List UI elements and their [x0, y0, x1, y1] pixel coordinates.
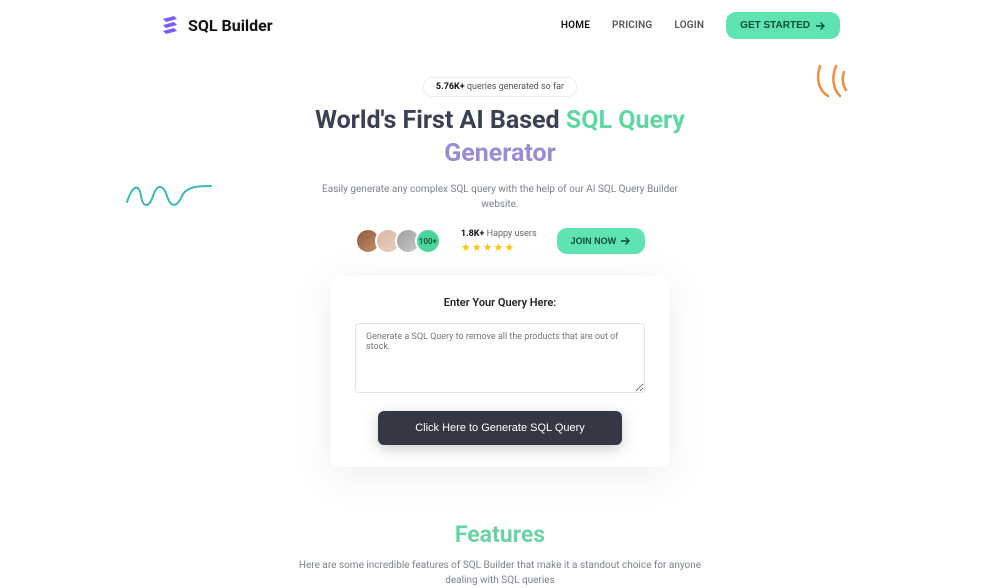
brand-name: SQL Builder — [188, 16, 273, 35]
nav-home[interactable]: HOME — [561, 20, 590, 31]
badge-suffix: queries generated so far — [465, 82, 564, 92]
join-now-button[interactable]: JOIN NOW — [557, 228, 646, 254]
generate-sql-button[interactable]: Click Here to Generate SQL Query — [378, 411, 622, 445]
features-title: Features — [0, 521, 1000, 548]
queries-generated-badge: 5.76K+ queries generated so far — [423, 77, 577, 97]
get-started-button[interactable]: GET STARTED — [726, 12, 840, 39]
happy-suffix: Happy users — [484, 229, 536, 239]
avatar-cluster: 100+ — [355, 228, 441, 254]
arrow-right-icon — [816, 22, 826, 30]
happy-count: 1.8K+ — [461, 229, 485, 239]
star-icon: ★ — [472, 241, 482, 254]
badge-count: 5.76K+ — [436, 82, 465, 92]
happy-users-block: 1.8K+ Happy users ★ ★ ★ ★ ★ — [461, 229, 537, 254]
brand-logo[interactable]: SQL Builder — [160, 15, 273, 37]
star-icon: ★ — [461, 241, 471, 254]
database-stack-icon — [160, 15, 180, 37]
star-icon: ★ — [504, 241, 514, 254]
join-now-label: JOIN NOW — [571, 236, 617, 246]
nav-pricing[interactable]: PRICING — [612, 20, 652, 31]
arrow-right-icon — [621, 237, 631, 245]
hero-subhead: Easily generate any complex SQL query wi… — [310, 182, 690, 212]
query-card-title: Enter Your Query Here: — [355, 296, 645, 309]
star-icon: ★ — [483, 241, 493, 254]
avatar-more-count: 100+ — [415, 228, 441, 254]
nav-login[interactable]: LOGIN — [674, 20, 704, 31]
hero-title: World's First AI Based SQL Query Generat… — [0, 105, 1000, 170]
hero-title-part-a: World's First AI Based — [315, 106, 566, 135]
hero-title-part-teal: SQL Query — [566, 106, 685, 135]
star-rating: ★ ★ ★ ★ ★ — [461, 241, 537, 254]
query-textarea[interactable] — [355, 323, 645, 393]
query-card: Enter Your Query Here: Click Here to Gen… — [331, 276, 669, 467]
star-icon: ★ — [493, 241, 503, 254]
get-started-label: GET STARTED — [740, 20, 810, 31]
hero-title-part-violet: Generator — [444, 139, 556, 168]
